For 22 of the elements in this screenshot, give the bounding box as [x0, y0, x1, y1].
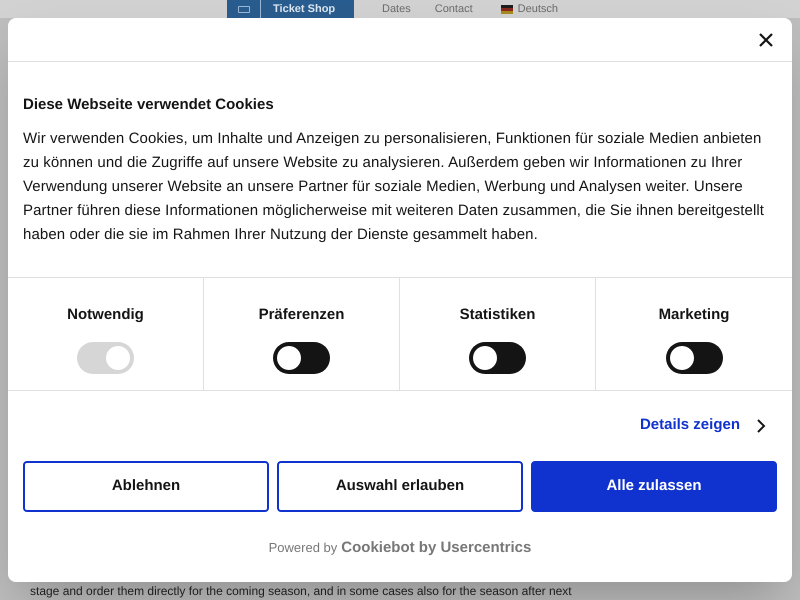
- toggle-switch[interactable]: [273, 342, 330, 374]
- allow-all-button[interactable]: Alle zulassen: [531, 460, 777, 512]
- background-text: stage and order them directly for the coming season, and in some cases also for the season after next: [30, 584, 572, 598]
- language-link[interactable]: Deutsch: [518, 0, 558, 18]
- chevron-right-icon: [756, 418, 766, 434]
- outline-button[interactable]: Ablehnen: [23, 460, 269, 512]
- toggle-switch[interactable]: [469, 342, 526, 374]
- details-link[interactable]: Details zeigen: [640, 414, 766, 437]
- nav-link[interactable]: Contact: [434, 0, 473, 18]
- category-label: Marketing: [658, 304, 730, 324]
- category-label: Statistiken: [460, 304, 536, 324]
- toggle-switch[interactable]: [666, 342, 722, 374]
- outline-button[interactable]: Auswahl erlauben: [277, 460, 523, 512]
- flag-icon: [500, 4, 513, 14]
- powered-by-text: Powered by: [268, 539, 338, 557]
- dialog-body-text: Wir verwenden Cookies, um Inhalte und Anzeigen zu personalisieren, Funktionen für soziale Medien anbieten zu können und die Zugriffe auf unsere Website zu analysieren. Außerdem geben wir Informationen zu Ihrer Verwendung unserer Website an unsere Partner für soziale Medien, Werbung und Analysen weiter. Unsere Partner führen diese Informationen möglicherweise mit weiteren Daten zusammen, die Sie ihnen bereitgestellt haben oder die sie im Rahmen Ihrer Nutzung der Dienste gesammelt haben.: [23, 128, 766, 244]
- close-icon: [758, 32, 774, 48]
- category-label: Notwendig: [67, 304, 144, 324]
- nav-link[interactable]: Dates: [382, 0, 411, 18]
- dialog-title: Diese Webseite verwendet Cookies: [23, 95, 275, 115]
- brand-name: Cookiebot by Usercentrics: [341, 538, 532, 558]
- category-label: Präferenzen: [258, 304, 344, 324]
